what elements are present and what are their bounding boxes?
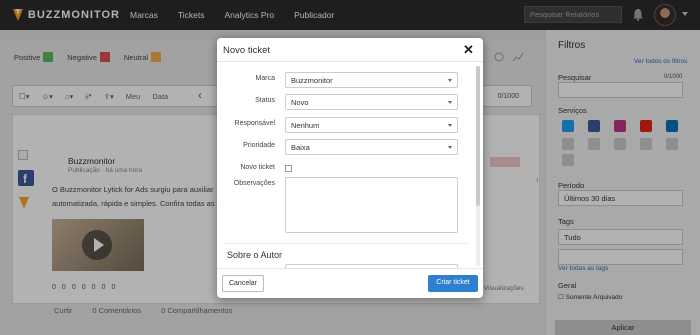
modal-scrollbar-thumb[interactable] (476, 66, 480, 206)
novo-ticket-label: Novo ticket (240, 164, 275, 171)
modal-body: Marca Buzzmonitor Status Novo Responsáve… (217, 63, 483, 268)
prioridade-label: Prioridade (243, 142, 275, 149)
observacoes-label: Observações (233, 180, 275, 187)
close-icon[interactable]: ✕ (463, 42, 474, 58)
prioridade-select[interactable]: Baixa (285, 139, 458, 155)
create-ticket-button[interactable]: Criar ticket (428, 275, 478, 292)
section-divider (225, 243, 467, 244)
marca-label: Marca (255, 75, 275, 82)
responsavel-label: Responsável (234, 120, 275, 127)
cancel-button[interactable]: Cancelar (222, 275, 264, 292)
new-ticket-modal: Novo ticket ✕ Marca Buzzmonitor Status N… (217, 38, 483, 298)
responsavel-select[interactable]: Nenhum (285, 117, 458, 133)
about-author-title: Sobre o Autor (227, 250, 283, 260)
novo-ticket-checkbox[interactable] (285, 165, 292, 172)
modal-header: Novo ticket ✕ (217, 38, 483, 62)
modal-footer: Cancelar Criar ticket (217, 268, 483, 298)
marca-select[interactable]: Buzzmonitor (285, 72, 458, 88)
observacoes-textarea[interactable] (285, 177, 458, 233)
status-label: Status (255, 97, 275, 104)
status-select[interactable]: Novo (285, 94, 458, 110)
modal-title: Novo ticket (223, 45, 270, 56)
